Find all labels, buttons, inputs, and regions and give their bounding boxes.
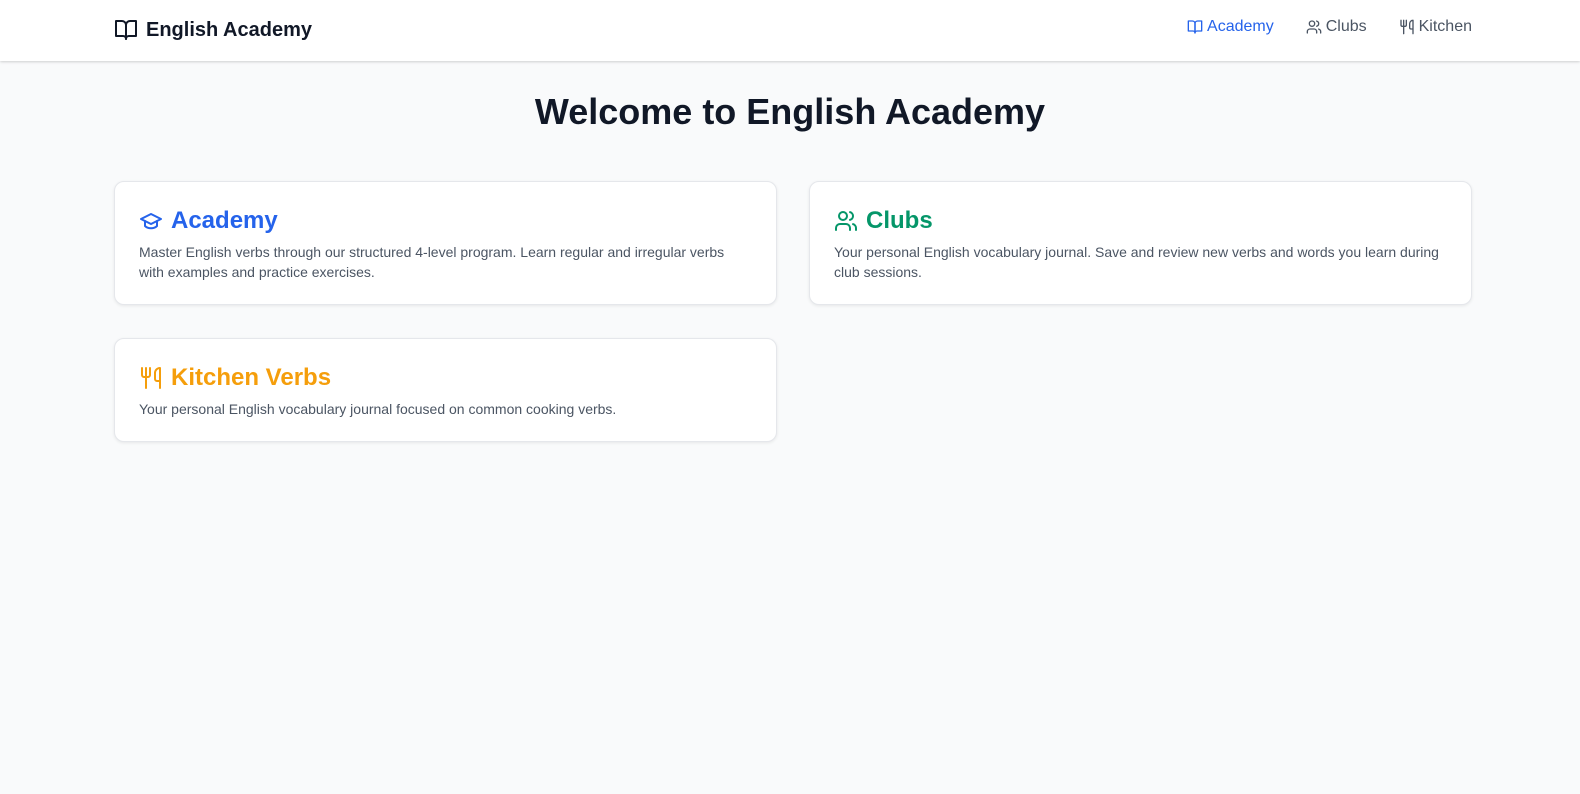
kitchen-verbs-card[interactable]: Kitchen Verbs Your personal English voca… [114, 338, 777, 442]
card-description: Your personal English vocabulary journal… [139, 401, 617, 417]
nav-links: Academy Clubs Kitchen [1187, 18, 1472, 36]
graduation-cap-icon [139, 209, 163, 233]
nav-link-kitchen[interactable]: Kitchen [1399, 18, 1472, 36]
top-navbar: English Academy Academy Clubs Kitchen [0, 0, 1580, 61]
card-title: Kitchen Verbs [171, 364, 332, 391]
card-title: Academy [171, 207, 278, 234]
card-header: Kitchen Verbs [139, 363, 752, 393]
users-icon [1306, 19, 1322, 35]
users-icon [834, 209, 858, 233]
academy-card[interactable]: Academy Master English verbs through our… [114, 181, 777, 305]
clubs-card[interactable]: Clubs Your personal English vocabulary j… [809, 181, 1472, 305]
card-description: Your personal English vocabulary journal… [834, 244, 1439, 280]
utensils-icon [139, 366, 163, 390]
nav-link-academy[interactable]: Academy [1187, 18, 1274, 36]
card-title: Clubs [866, 207, 933, 234]
nav-link-label: Kitchen [1418, 18, 1472, 35]
utensils-icon [1399, 19, 1415, 35]
brand-link[interactable]: English Academy [114, 17, 312, 43]
nav-link-clubs[interactable]: Clubs [1306, 18, 1367, 36]
nav-link-label: Clubs [1325, 18, 1367, 35]
book-open-icon [114, 18, 138, 42]
card-description: Master English verbs through our structu… [139, 244, 725, 280]
card-header: Academy [139, 206, 752, 236]
brand-name: English Academy [146, 18, 312, 41]
nav-link-label: Academy [1207, 18, 1274, 35]
book-open-icon [1187, 19, 1203, 35]
card-header: Clubs [834, 206, 1447, 236]
page-title: Welcome to English Academy [534, 91, 1046, 132]
